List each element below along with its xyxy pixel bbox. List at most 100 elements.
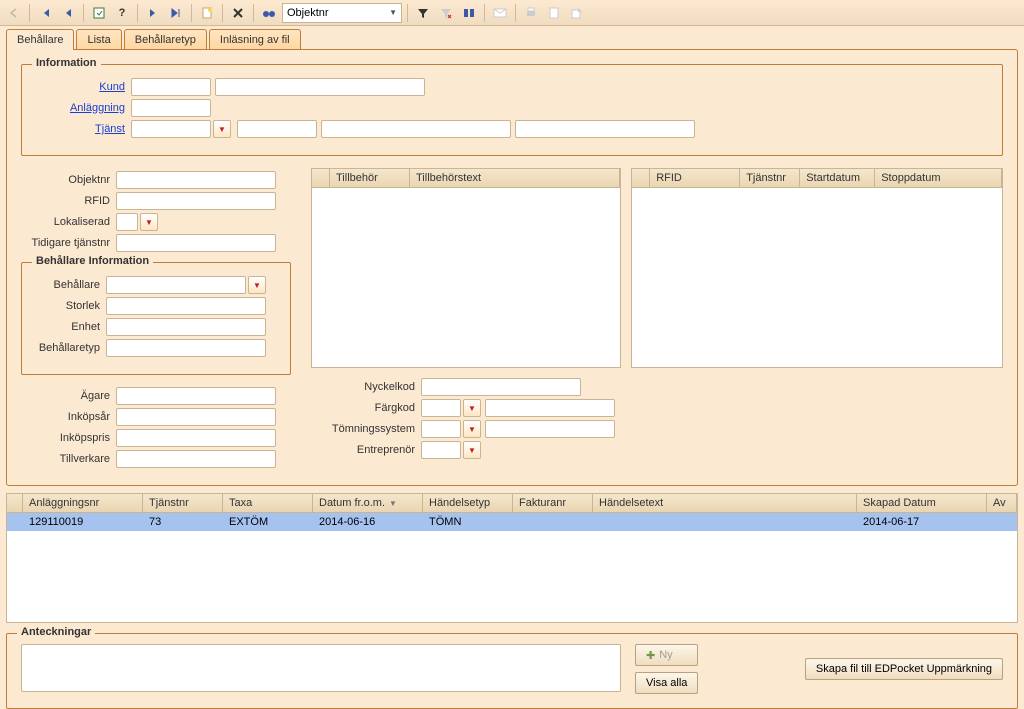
label-tillverkare: Tillverkare: [21, 453, 116, 465]
input-tjanst-1[interactable]: [131, 120, 211, 138]
input-behallaretyp[interactable]: [106, 339, 266, 357]
tab-lista[interactable]: Lista: [76, 29, 121, 50]
label-entreprenor: Entreprenör: [311, 444, 421, 456]
col-rfid[interactable]: RFID: [650, 169, 740, 187]
search-field-select[interactable]: Objektnr ▼: [282, 3, 402, 23]
input-tjanst-3[interactable]: [321, 120, 511, 138]
col-handelsetext[interactable]: Händelsetext: [593, 494, 857, 512]
prev-icon[interactable]: [58, 3, 78, 23]
col-handelsetyp[interactable]: Händelsetyp: [423, 494, 513, 512]
tab-inlasning[interactable]: Inläsning av fil: [209, 29, 301, 50]
input-entreprenor[interactable]: [421, 441, 461, 459]
columns-icon[interactable]: [459, 3, 479, 23]
input-kund-1[interactable]: [131, 78, 211, 96]
fieldset-information: Information Kund Anläggning Tjänst ▼: [21, 64, 1003, 156]
input-nyckelkod[interactable]: [421, 378, 581, 396]
input-anlaggning[interactable]: [131, 99, 211, 117]
col-tillbehorstext[interactable]: Tillbehörstext: [410, 169, 620, 187]
col-anlaggningsnr[interactable]: Anläggningsnr: [23, 494, 143, 512]
dropdown-tjanst[interactable]: ▼: [213, 120, 231, 138]
col-startdatum[interactable]: Startdatum: [800, 169, 875, 187]
label-fargkod: Färgkod: [311, 402, 421, 414]
link-anlaggning[interactable]: Anläggning: [70, 102, 125, 114]
search-field-value: Objektnr: [287, 7, 329, 19]
label-behallaretyp: Behållaretyp: [36, 342, 106, 354]
col-taxa[interactable]: Taxa: [223, 494, 313, 512]
label-objektnr: Objektnr: [21, 174, 116, 186]
binoculars-icon[interactable]: [259, 3, 279, 23]
export-icon[interactable]: [567, 3, 587, 23]
filter-clear-icon[interactable]: [436, 3, 456, 23]
input-kund-2[interactable]: [215, 78, 425, 96]
tab-content: Information Kund Anläggning Tjänst ▼ Obj…: [6, 49, 1018, 486]
input-objektnr[interactable]: [116, 171, 276, 189]
col-tillbehor[interactable]: Tillbehör: [330, 169, 410, 187]
notes-textarea[interactable]: [21, 644, 621, 692]
input-inkopsar[interactable]: [116, 408, 276, 426]
input-lokaliserad[interactable]: [116, 213, 138, 231]
tab-behallaretyp[interactable]: Behållaretyp: [124, 29, 207, 50]
print-icon[interactable]: [521, 3, 541, 23]
col-av[interactable]: Av: [987, 494, 1017, 512]
help-icon[interactable]: ?: [112, 3, 132, 23]
label-agare: Ägare: [21, 390, 116, 402]
doc-icon[interactable]: [544, 3, 564, 23]
input-tomning-2[interactable]: [485, 420, 615, 438]
col-stoppdatum[interactable]: Stoppdatum: [875, 169, 1002, 187]
col-tjanstnr[interactable]: Tjänstnr: [143, 494, 223, 512]
input-tjanst-4[interactable]: [515, 120, 695, 138]
label-tomning: Tömningssystem: [311, 423, 421, 435]
button-ny[interactable]: ✚Ny: [635, 644, 698, 666]
input-tjanst-2[interactable]: [237, 120, 317, 138]
input-enhet[interactable]: [106, 318, 266, 336]
dropdown-entreprenor[interactable]: ▼: [463, 441, 481, 459]
legend-behallare: Behållare Information: [32, 255, 153, 267]
input-inkopspris[interactable]: [116, 429, 276, 447]
legend-anteckningar: Anteckningar: [17, 626, 95, 638]
col-skapad[interactable]: Skapad Datum: [857, 494, 987, 512]
input-storlek[interactable]: [106, 297, 266, 315]
label-inkopsar: Inköpsår: [21, 411, 116, 423]
col-rfid-tjanstnr[interactable]: Tjänstnr: [740, 169, 800, 187]
dropdown-tomning[interactable]: ▼: [463, 420, 481, 438]
dropdown-fargkod[interactable]: ▼: [463, 399, 481, 417]
grid-events[interactable]: Anläggningsnr Tjänstnr Taxa Datum fr.o.m…: [6, 493, 1018, 623]
input-tillverkare[interactable]: [116, 450, 276, 468]
input-rfid[interactable]: [116, 192, 276, 210]
link-kund[interactable]: Kund: [99, 81, 125, 93]
label-storlek: Storlek: [36, 300, 106, 312]
grid-rfid[interactable]: RFID Tjänstnr Startdatum Stoppdatum: [631, 168, 1003, 368]
label-enhet: Enhet: [36, 321, 106, 333]
input-fargkod[interactable]: [421, 399, 461, 417]
sort-desc-icon: ▼: [389, 499, 397, 508]
dropdown-behallare[interactable]: ▼: [248, 276, 266, 294]
input-behallare[interactable]: [106, 276, 246, 294]
delete-icon[interactable]: [228, 3, 248, 23]
label-tidigare: Tidigare tjänstnr: [21, 237, 116, 249]
input-agare[interactable]: [116, 387, 276, 405]
label-behallare: Behållare: [36, 279, 106, 291]
input-tomning[interactable]: [421, 420, 461, 438]
new-icon[interactable]: [197, 3, 217, 23]
label-inkopspris: Inköpspris: [21, 432, 116, 444]
back-icon[interactable]: [4, 3, 24, 23]
tab-behallare[interactable]: Behållare: [6, 29, 74, 50]
refresh-icon[interactable]: [89, 3, 109, 23]
table-row[interactable]: 129110019 73 EXTÖM 2014-06-16 TÖMN 2014-…: [7, 513, 1017, 531]
next-icon[interactable]: [143, 3, 163, 23]
grid-tillbehor[interactable]: Tillbehör Tillbehörstext: [311, 168, 621, 368]
label-lokaliserad: Lokaliserad: [21, 216, 116, 228]
input-fargkod-2[interactable]: [485, 399, 615, 417]
first-icon[interactable]: [35, 3, 55, 23]
link-tjanst[interactable]: Tjänst: [95, 123, 125, 135]
col-datumfrom[interactable]: Datum fr.o.m.▼: [313, 494, 423, 512]
button-visa-alla[interactable]: Visa alla: [635, 672, 698, 694]
last-icon[interactable]: [166, 3, 186, 23]
input-tidigare[interactable]: [116, 234, 276, 252]
legend-information: Information: [32, 57, 101, 69]
filter-icon[interactable]: [413, 3, 433, 23]
dropdown-lokaliserad[interactable]: ▼: [140, 213, 158, 231]
mail-icon[interactable]: [490, 3, 510, 23]
col-fakturanr[interactable]: Fakturanr: [513, 494, 593, 512]
button-skapa-fil[interactable]: Skapa fil till EDPocket Uppmärkning: [805, 658, 1003, 680]
